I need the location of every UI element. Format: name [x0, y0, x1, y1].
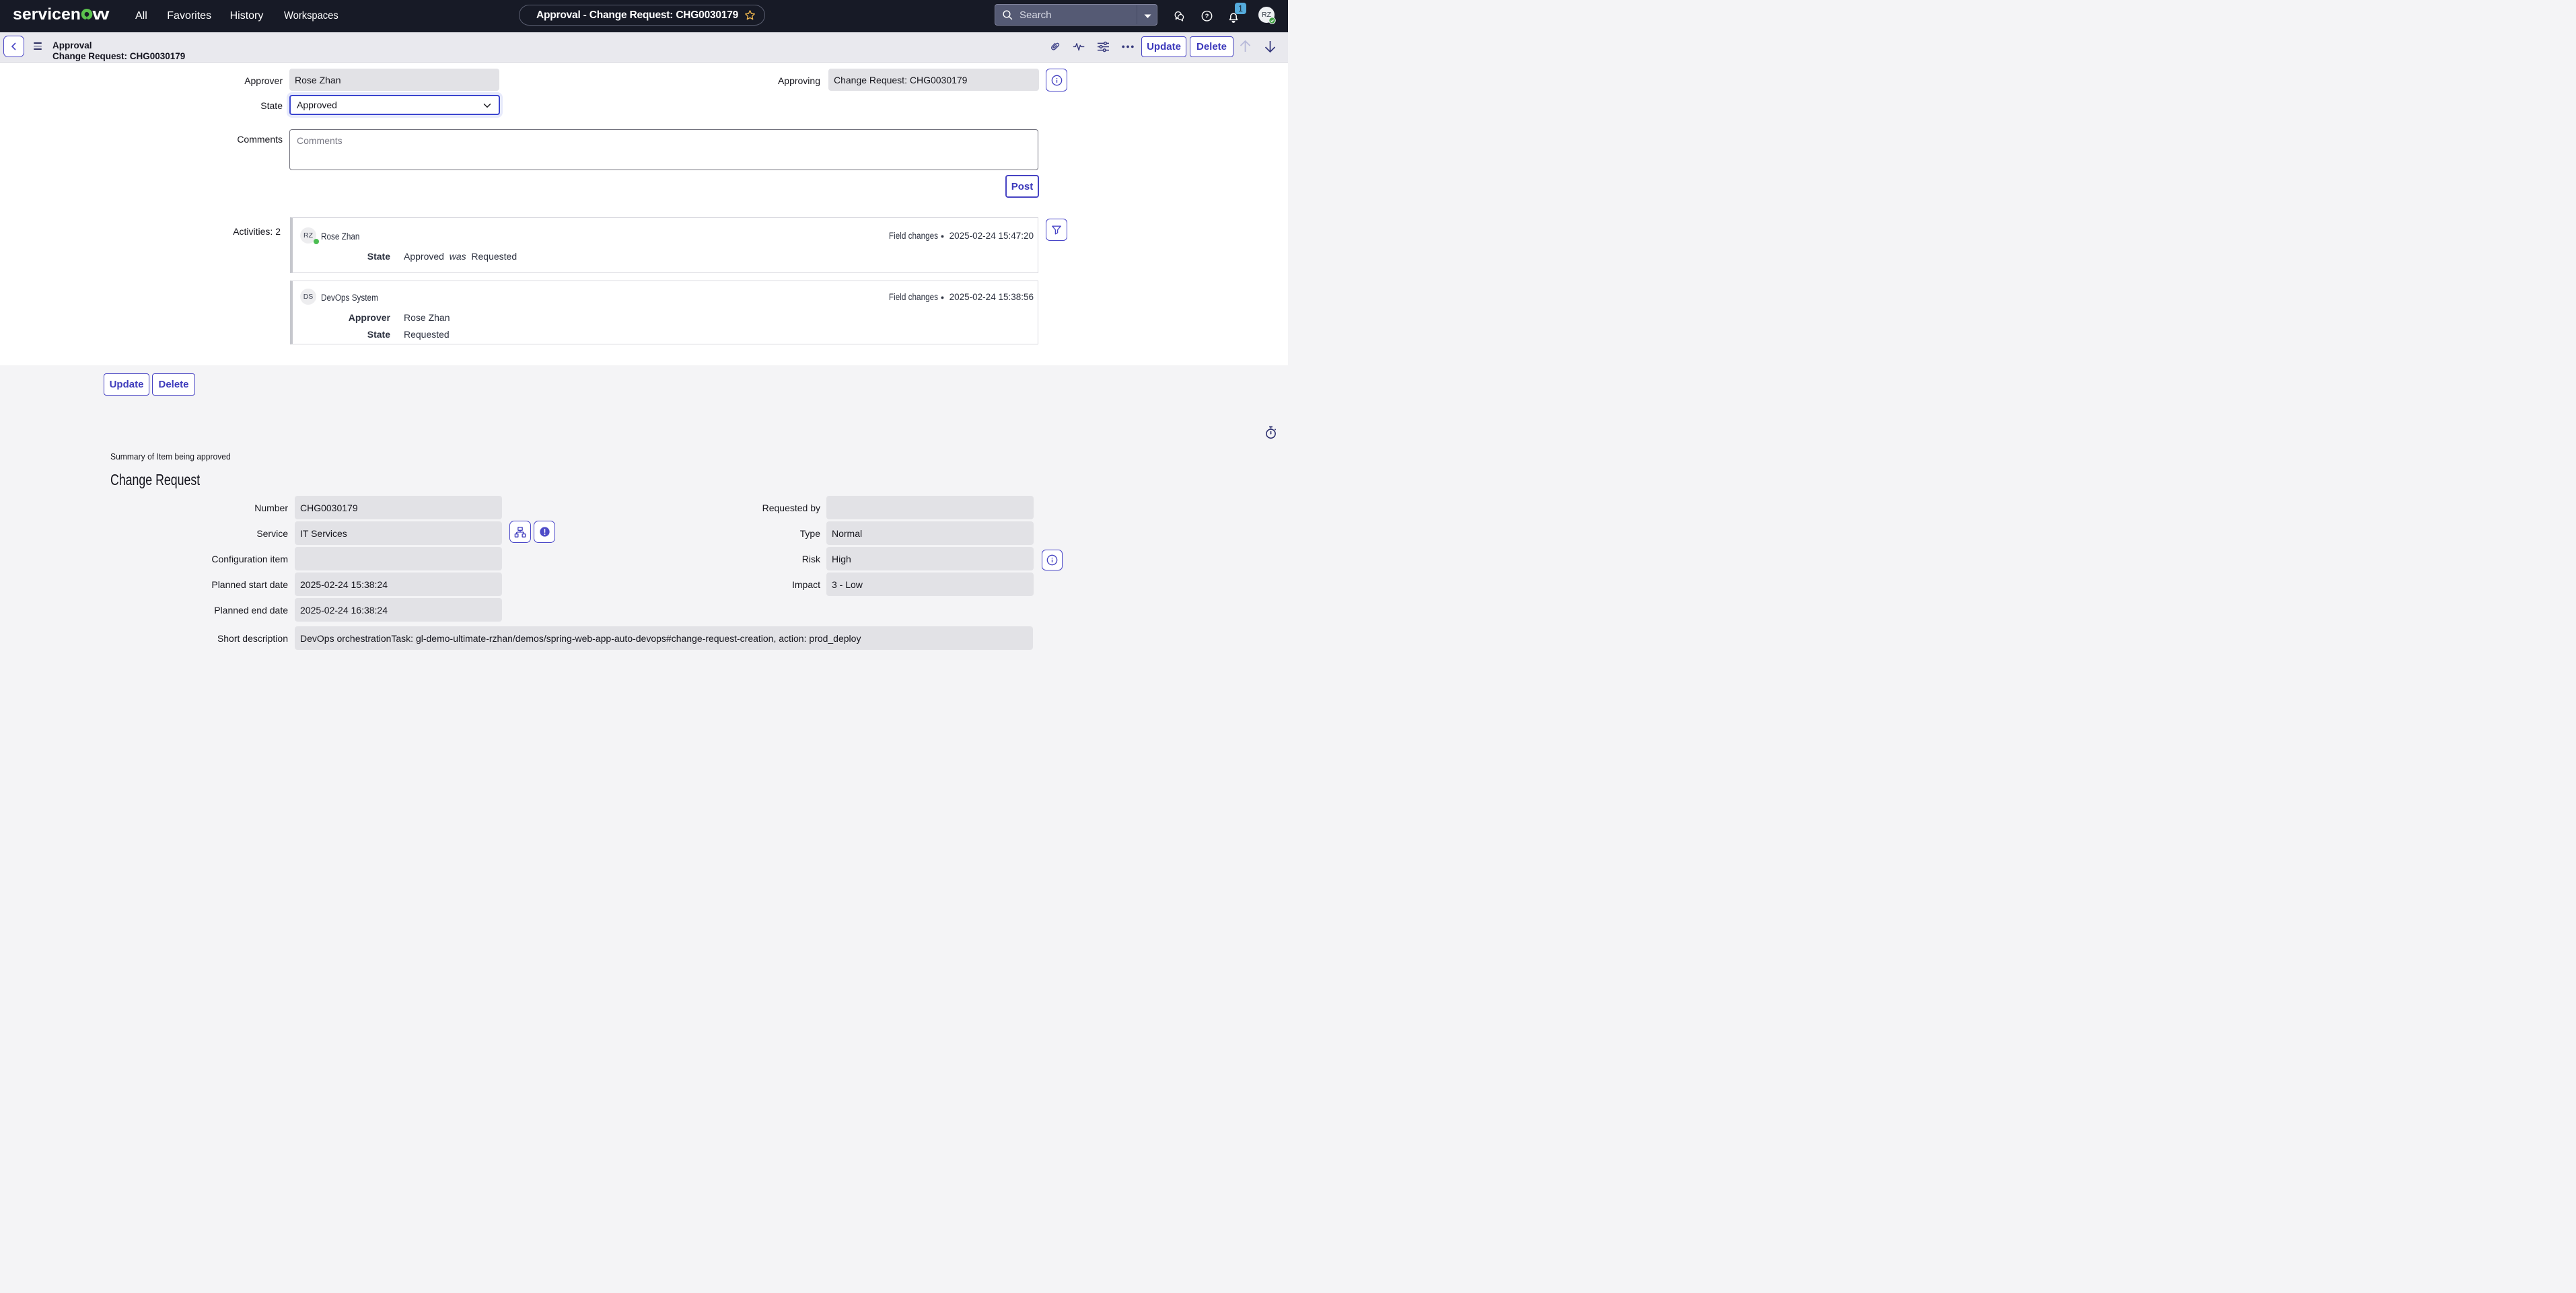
- svg-text:w: w: [92, 5, 110, 23]
- svg-text:?: ?: [1205, 13, 1209, 20]
- svg-text:servicen: servicen: [13, 5, 81, 23]
